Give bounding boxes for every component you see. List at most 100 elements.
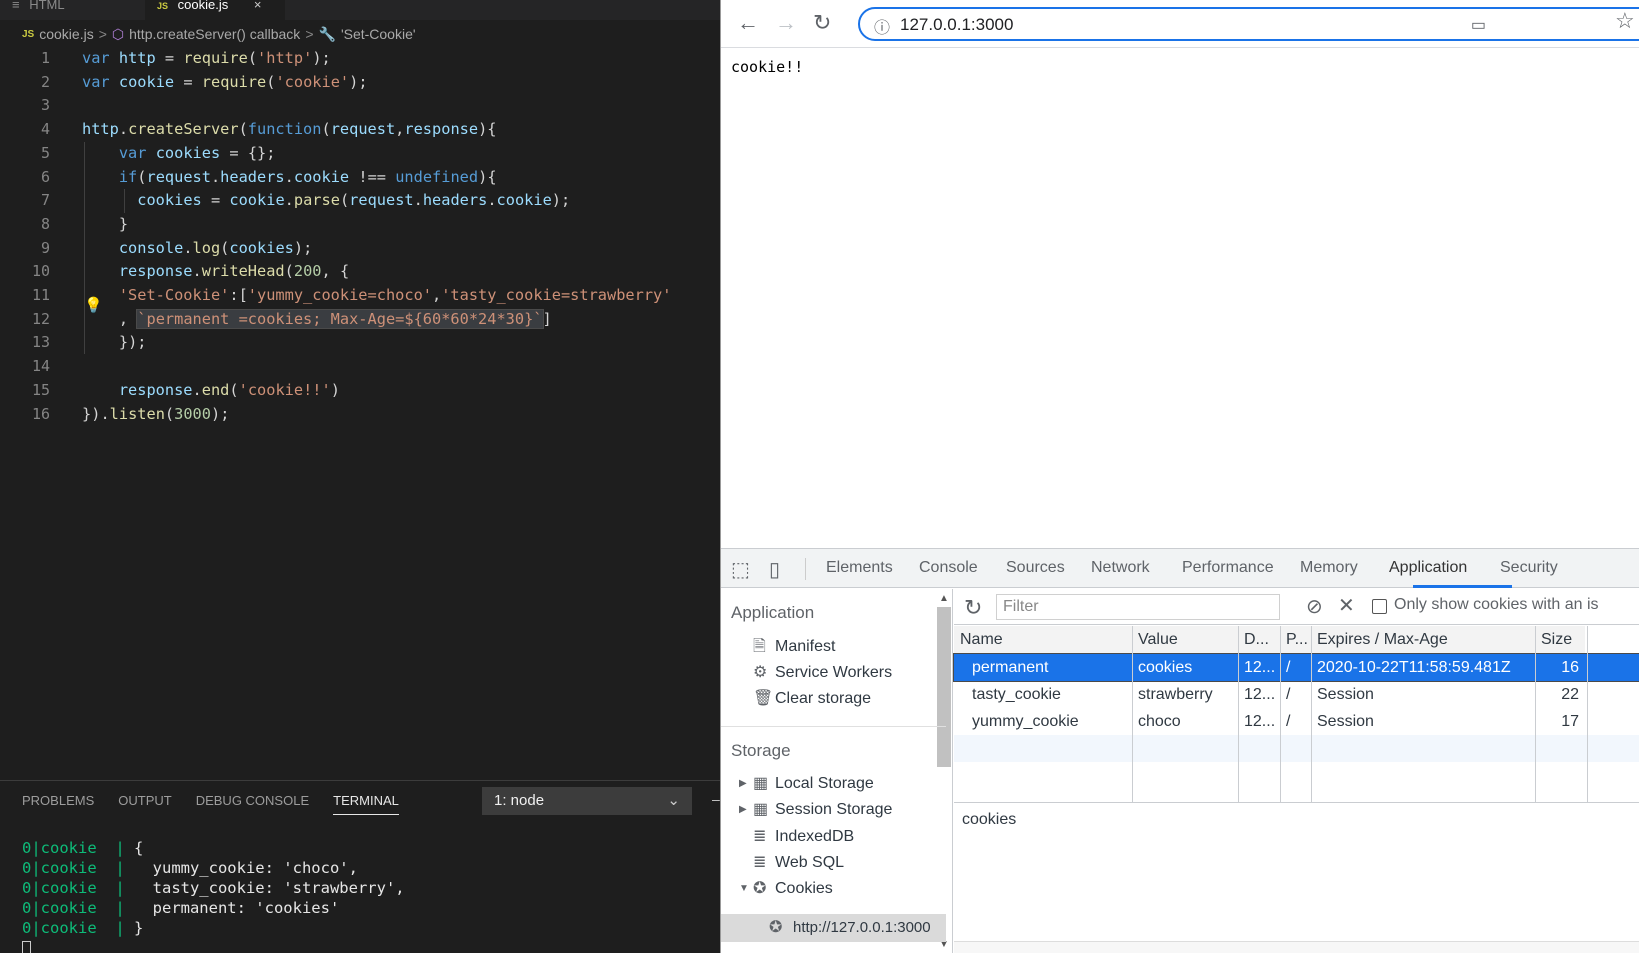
reload-icon[interactable]: ↻ [813, 10, 831, 36]
breadcrumb: JS cookie.js > ⬡ http.createServer() cal… [22, 24, 416, 44]
sidebar-item-local-storage[interactable]: ▦ Local Storage [753, 773, 874, 793]
code-line[interactable]: if(request.headers.cookie !== undefined)… [82, 166, 497, 190]
clear-icon[interactable]: ✕ [1338, 593, 1355, 618]
tab-security[interactable]: Security [1500, 559, 1558, 577]
expand-arrow-icon[interactable]: ▶ [739, 778, 747, 789]
filter-input[interactable]: Filter [996, 594, 1280, 620]
line-number: 7 [40, 191, 50, 210]
column-header[interactable]: Size [1535, 626, 1585, 654]
back-arrow-icon[interactable]: ← [737, 10, 759, 36]
identifier: response [118, 262, 193, 281]
sidebar-item-service-workers[interactable]: ⚙ Service Workers [753, 662, 892, 682]
close-tab-icon[interactable]: × [254, 0, 262, 12]
breadcrumb-file[interactable]: cookie.js [39, 26, 93, 42]
table-row[interactable]: yummy_cookie choco 12... / Session 17 [954, 708, 1639, 735]
code-line[interactable]: console.log(cookies); [82, 237, 312, 261]
code-line[interactable]: }).listen(3000); [82, 403, 229, 427]
function-name: require [201, 72, 267, 91]
tab-terminal[interactable]: TERMINAL [333, 793, 399, 815]
horizontal-scrollbar[interactable] [954, 941, 1639, 953]
terminal-output[interactable]: 0|cookie | {0|cookie | yummy_cookie: 'ch… [22, 838, 405, 953]
code-line[interactable]: var cookie = require('cookie'); [82, 71, 368, 95]
scroll-up-arrow-icon[interactable]: ▲ [939, 593, 949, 604]
block-icon[interactable]: ⊘ [1306, 594, 1323, 619]
column-header[interactable]: Name [954, 626, 1132, 654]
collapse-arrow-icon[interactable]: ▼ [739, 883, 749, 894]
identifier: console [118, 238, 184, 257]
code-line[interactable]: var http = require('http'); [82, 47, 331, 71]
breadcrumb-symbol[interactable]: 'Set-Cookie' [341, 26, 416, 42]
code-line[interactable]: cookies = cookie.parse(request.headers.c… [82, 189, 570, 213]
cast-icon[interactable]: ▭ [1471, 15, 1486, 35]
only-show-issues-checkbox[interactable] [1372, 599, 1387, 614]
code-line[interactable]: var cookies = {}; [82, 142, 276, 166]
address-bar[interactable]: ⓘ 127.0.0.1:3000 ▭ [858, 7, 1639, 41]
device-toolbar-icon[interactable]: ▯ [769, 557, 780, 582]
panel-overflow-icon[interactable]: – [712, 791, 720, 807]
line-number: 9 [40, 238, 50, 257]
bookmark-star-icon[interactable]: ☆ [1615, 8, 1635, 34]
table-row[interactable]: tasty_cookie strawberry 12... / Session 22 [954, 681, 1639, 708]
number-literal: 3000 [174, 404, 211, 423]
code-line[interactable]: } [82, 213, 128, 237]
forward-arrow-icon[interactable]: → [775, 10, 797, 36]
tab-debug-console[interactable]: DEBUG CONSOLE [196, 793, 309, 815]
sidebar-item-cookies[interactable]: ✪ Cookies [753, 878, 833, 898]
keyword: var [82, 72, 110, 91]
sidebar-item-cookie-origin[interactable]: ✪ http://127.0.0.1:3000 [721, 914, 946, 942]
column-header[interactable]: D... [1238, 626, 1280, 654]
tab-elements[interactable]: Elements [826, 559, 893, 577]
sidebar-item-indexeddb[interactable]: ≣ IndexedDB [753, 826, 854, 846]
code-line[interactable]: http.createServer(function(request,respo… [82, 118, 497, 142]
tab-performance[interactable]: Performance [1182, 559, 1274, 577]
identifier: headers [422, 191, 488, 210]
column-header[interactable]: Expires / Max-Age [1311, 626, 1535, 654]
sidebar-item-manifest[interactable]: 🗎 Manifest [753, 635, 835, 662]
tab-sources[interactable]: Sources [1006, 559, 1065, 577]
lightbulb-icon[interactable]: 💡 [84, 296, 103, 314]
property-wrench-icon: 🔧 [318, 25, 336, 42]
code-line[interactable]: }); [82, 331, 147, 355]
application-sidebar: ▲ ▼ Application 🗎 Manifest ⚙ Service Worke… [721, 589, 953, 953]
inspect-element-icon[interactable]: ⬚ [731, 557, 750, 582]
sidebar-item-web-sql[interactable]: ≣ Web SQL [753, 852, 844, 872]
tab-output[interactable]: OUTPUT [118, 793, 171, 815]
panel-tabs: PROBLEMS OUTPUT DEBUG CONSOLE TERMINAL [22, 793, 399, 815]
string-literal: 'cookie!!' [238, 380, 331, 399]
code-line[interactable]: 'Set-Cookie':['yummy_cookie=choco','tast… [82, 284, 672, 308]
table-cell: yummy_cookie [972, 713, 1079, 730]
table-row[interactable]: permanent cookies 12... / 2020-10-22T11:58:5… [953, 653, 1639, 682]
application-section-header: Application [731, 603, 815, 622]
refresh-icon[interactable]: ↻ [964, 595, 982, 621]
tab-network[interactable]: Network [1091, 559, 1150, 577]
tab-problems[interactable]: PROBLEMS [22, 793, 94, 815]
sidebar-scrollbar[interactable] [937, 607, 951, 767]
terminal-select[interactable]: 1: node ⌄ [482, 787, 692, 815]
tab-memory[interactable]: Memory [1300, 559, 1358, 577]
sidebar-item-clear-storage[interactable]: 🗑 Clear storage [753, 688, 871, 708]
line-number: 2 [40, 72, 50, 91]
bottom-panel: PROBLEMS OUTPUT DEBUG CONSOLE TERMINAL 1… [0, 780, 720, 953]
sidebar-item-label: http://127.0.0.1:3000 [793, 919, 931, 936]
sidebar-item-session-storage[interactable]: ▦ Session Storage [753, 799, 892, 819]
column-header[interactable]: P... [1280, 626, 1311, 654]
code-line[interactable]: , `permanent =cookies; Max-Age=${60*60*2… [82, 308, 552, 332]
code-line[interactable]: response.end('cookie!!') [82, 379, 340, 403]
code-editor[interactable]: 1 2 3 4 5 6 7 8 9 10 11 12 13 14 15 16 var http = requi… [0, 47, 720, 427]
expand-arrow-icon[interactable]: ▶ [739, 804, 747, 815]
sidebar-item-label: IndexedDB [775, 828, 855, 845]
tab-application[interactable]: Application [1389, 559, 1467, 577]
info-circle-icon[interactable]: ⓘ [874, 14, 890, 38]
line-number: 8 [40, 214, 50, 233]
line-number: 15 [31, 380, 50, 399]
code-line[interactable]: response.writeHead(200, { [82, 260, 349, 284]
breadcrumb-scope[interactable]: http.createServer() callback [129, 26, 300, 42]
column-header[interactable]: Value [1132, 626, 1238, 654]
url-text[interactable]: 127.0.0.1:3000 [900, 15, 1013, 35]
tab-cookie-js[interactable]: JS cookie.js × [145, 0, 285, 20]
tab-console[interactable]: Console [919, 559, 978, 577]
tab-html[interactable]: ≡ HTML [0, 0, 140, 20]
terminal-cursor [22, 940, 31, 953]
table-cell: Session [1317, 713, 1374, 730]
line-number: 12 [31, 309, 50, 328]
